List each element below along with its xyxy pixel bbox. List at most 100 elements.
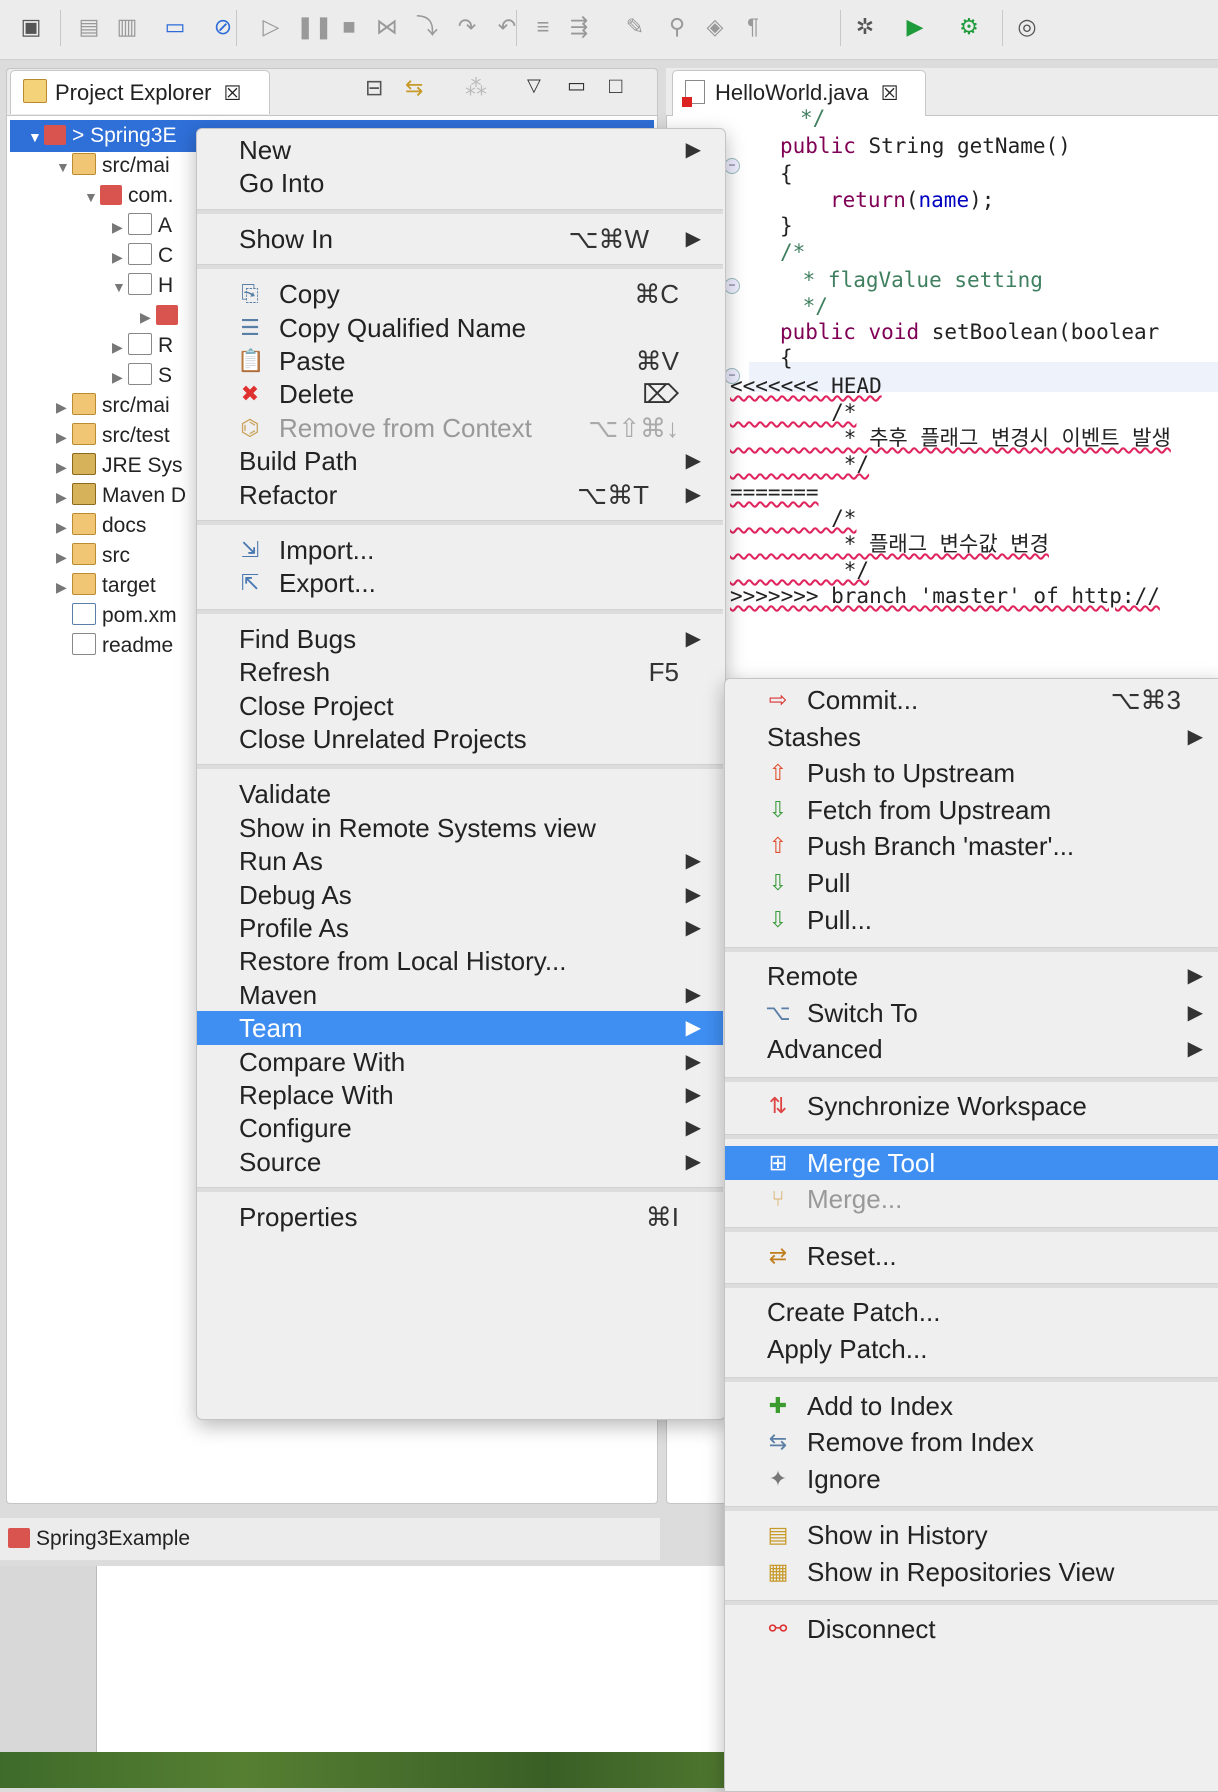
menu-item-push-branch-master[interactable]: ⇧ Push Branch 'master'... xyxy=(725,829,1218,863)
filter-icon[interactable]: ⁂ xyxy=(465,75,487,101)
menu-item-import[interactable]: ⇲ Import... xyxy=(197,533,723,567)
menu-item-add-to-index[interactable]: ✚ Add to Index xyxy=(725,1389,1218,1423)
menu-item-close-project[interactable]: Close Project xyxy=(197,689,723,723)
collapse-arrow-icon[interactable]: ▶ xyxy=(112,332,128,362)
menu-item-validate[interactable]: Validate xyxy=(197,777,723,811)
maximize-icon[interactable]: □ xyxy=(609,73,622,99)
menu-item-configure[interactable]: Configure ▶ xyxy=(197,1111,723,1145)
menu-item-apply-patch[interactable]: Apply Patch... xyxy=(725,1332,1218,1366)
menu-item-show-in-remote-systems-view[interactable]: Show in Remote Systems view xyxy=(197,811,723,845)
console-icon[interactable]: ▭ xyxy=(162,14,188,40)
tree-item[interactable]: ▶ JRE Sys xyxy=(56,451,183,481)
collapse-arrow-icon[interactable]: ▶ xyxy=(56,572,72,602)
step-into-icon[interactable]: ⤵ xyxy=(414,14,440,40)
menu-item-ignore[interactable]: ✦ Ignore xyxy=(725,1462,1218,1496)
tree-item[interactable]: ▼ com. xyxy=(84,181,174,211)
disconnect-icon[interactable]: ⋈ xyxy=(374,14,400,40)
toggle-mark-icon[interactable]: ≡ xyxy=(530,14,556,40)
menu-item-maven[interactable]: Maven ▶ xyxy=(197,978,723,1012)
expand-arrow-icon[interactable]: ▼ xyxy=(56,152,72,182)
collapse-arrow-icon[interactable]: ▶ xyxy=(56,422,72,452)
menu-item-export[interactable]: ⇱ Export... xyxy=(197,566,723,600)
menu-item-stashes[interactable]: Stashes ▶ xyxy=(725,720,1218,754)
ant-icon[interactable]: ✎ xyxy=(622,14,648,40)
menu-item-refactor[interactable]: Refactor ⌥⌘T ▶ xyxy=(197,478,723,512)
format-icon[interactable]: ¶ xyxy=(740,14,766,40)
fold-collapse-icon[interactable]: − xyxy=(724,278,740,294)
new-wizard-icon[interactable]: ▣ xyxy=(18,14,44,40)
tree-item[interactable]: ▼ src/mai xyxy=(56,151,170,181)
tree-item[interactable]: readme xyxy=(56,631,173,661)
tab-project-explorer[interactable]: Project Explorer ☒ xyxy=(10,70,270,114)
view-menu-icon[interactable]: ▽ xyxy=(527,75,541,96)
menu-item-debug-as[interactable]: Debug As ▶ xyxy=(197,878,723,912)
tree-item[interactable]: pom.xm xyxy=(56,601,177,631)
close-tab-icon[interactable]: ☒ xyxy=(881,83,899,105)
menu-item-pull[interactable]: ⇩ Pull... xyxy=(725,903,1218,937)
menu-item-restore-from-local-history[interactable]: Restore from Local History... xyxy=(197,944,723,978)
menu-item-pull[interactable]: ⇩ Pull xyxy=(725,866,1218,900)
menu-item-show-in-history[interactable]: ▤ Show in History xyxy=(725,1518,1218,1552)
tree-item[interactable]: ▶ S xyxy=(112,361,172,391)
menu-item-show-in-repositories-view[interactable]: ▦ Show in Repositories View xyxy=(725,1555,1218,1589)
menu-item-team[interactable]: Team ▶ xyxy=(197,1011,723,1046)
menu-item-delete[interactable]: ✖ Delete ⌦ xyxy=(197,377,723,411)
menu-item-paste[interactable]: 📋 Paste ⌘V xyxy=(197,344,723,378)
suspend-icon[interactable]: ❚❚ xyxy=(296,14,333,40)
external-tools-icon[interactable]: ⚙ xyxy=(956,14,982,40)
build-icon[interactable]: ◈ xyxy=(702,14,728,40)
menu-item-create-patch[interactable]: Create Patch... xyxy=(725,1295,1218,1329)
tree-item[interactable]: ▶ Maven D xyxy=(56,481,186,511)
menu-item-run-as[interactable]: Run As ▶ xyxy=(197,844,723,878)
tree-item[interactable]: ▼ > Spring3E xyxy=(28,121,177,151)
search-icon[interactable]: ⚲ xyxy=(664,14,690,40)
open-type-icon[interactable]: ⇶ xyxy=(566,14,592,40)
web-browser-icon[interactable]: ◎ xyxy=(1014,14,1040,40)
resume-icon[interactable]: ▷ xyxy=(258,14,284,40)
menu-item-disconnect[interactable]: ⚯ Disconnect xyxy=(725,1612,1218,1646)
menu-item-source[interactable]: Source ▶ xyxy=(197,1145,723,1179)
collapse-arrow-icon[interactable]: ▶ xyxy=(56,392,72,422)
menu-item-remove-from-index[interactable]: ⇆ Remove from Index xyxy=(725,1425,1218,1459)
menu-item-switch-to[interactable]: ⌥ Switch To ▶ xyxy=(725,996,1218,1030)
menu-item-merge-tool[interactable]: ⊞ Merge Tool xyxy=(725,1145,1218,1180)
fold-collapse-icon[interactable]: − xyxy=(724,158,740,174)
tree-item[interactable]: ▶ src/mai xyxy=(56,391,170,421)
menu-item-fetch-from-upstream[interactable]: ⇩ Fetch from Upstream xyxy=(725,793,1218,827)
menu-item-commit[interactable]: ⇨ Commit... ⌥⌘3 xyxy=(725,683,1218,717)
tree-item[interactable]: ▶ R xyxy=(112,331,173,361)
menu-item-copy[interactable]: ⎘ Copy ⌘C xyxy=(197,277,723,311)
menu-item-new[interactable]: New ▶ xyxy=(197,133,723,167)
menu-item-compare-with[interactable]: Compare With ▶ xyxy=(197,1045,723,1079)
tab-helloworld-java[interactable]: HelloWorld.java ☒ xyxy=(672,70,926,116)
collapse-arrow-icon[interactable]: ▶ xyxy=(112,362,128,392)
menu-item-go-into[interactable]: Go Into xyxy=(197,166,723,200)
menu-item-build-path[interactable]: Build Path ▶ xyxy=(197,444,723,478)
tree-item[interactable]: ▶ src xyxy=(56,541,130,571)
menu-item-show-in[interactable]: Show In ⌥⌘W ▶ xyxy=(197,222,723,256)
collapse-arrow-icon[interactable]: ▶ xyxy=(112,242,128,272)
collapse-arrow-icon[interactable]: ▶ xyxy=(56,482,72,512)
menu-item-remote[interactable]: Remote ▶ xyxy=(725,959,1218,993)
tree-item[interactable]: ▶ target xyxy=(56,571,156,601)
collapse-all-icon[interactable]: ⊟ xyxy=(365,75,383,101)
tree-item[interactable]: ▶ A xyxy=(112,211,172,241)
collapse-arrow-icon[interactable]: ▶ xyxy=(112,212,128,242)
menu-item-close-unrelated-projects[interactable]: Close Unrelated Projects xyxy=(197,722,723,756)
tree-item[interactable]: ▶ xyxy=(140,301,184,331)
menu-item-copy-qualified-name[interactable]: ☰ Copy Qualified Name xyxy=(197,311,723,345)
menu-item-profile-as[interactable]: Profile As ▶ xyxy=(197,911,723,945)
save-all-icon[interactable]: ▥ xyxy=(114,14,140,40)
bug-icon[interactable]: ✲ xyxy=(852,14,878,40)
terminate-icon[interactable]: ■ xyxy=(336,14,362,40)
tree-item[interactable]: ▶ src/test xyxy=(56,421,170,451)
tree-item[interactable]: ▶ docs xyxy=(56,511,146,541)
save-icon[interactable]: ▤ xyxy=(76,14,102,40)
menu-item-reset[interactable]: ⇄ Reset... xyxy=(725,1239,1218,1273)
minimize-icon[interactable]: ▭ xyxy=(567,73,586,98)
menu-item-replace-with[interactable]: Replace With ▶ xyxy=(197,1078,723,1112)
menu-item-synchronize-workspace[interactable]: ⇅ Synchronize Workspace xyxy=(725,1089,1218,1123)
collapse-arrow-icon[interactable]: ▶ xyxy=(56,542,72,572)
menu-item-push-to-upstream[interactable]: ⇧ Push to Upstream xyxy=(725,756,1218,790)
expand-arrow-icon[interactable]: ▼ xyxy=(28,122,44,152)
